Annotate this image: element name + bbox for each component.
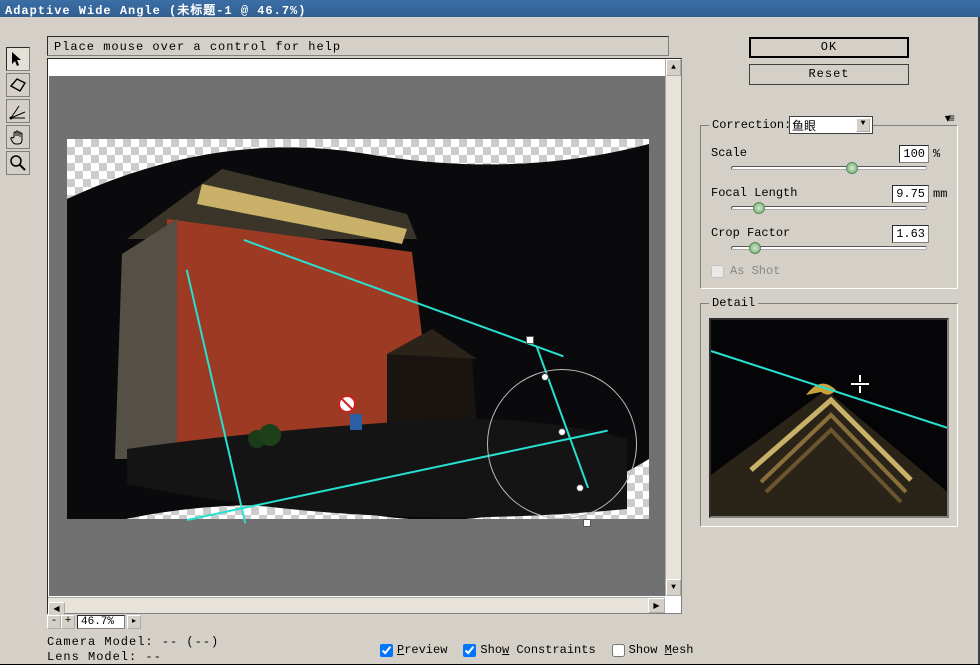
arrow-tool[interactable] [6,47,30,71]
anchor-bot[interactable] [576,484,584,492]
crop-factor-slider[interactable] [731,246,927,250]
constraint-circle[interactable] [487,369,637,519]
model-info: Camera Model: -- (--) Lens Model: -- [47,635,219,665]
preview-checkbox[interactable]: Preview [380,643,447,657]
reset-button[interactable]: Reset [749,64,909,85]
zoom-bar: - + 46.7% ▸ [47,615,141,629]
handle-start[interactable] [526,336,534,344]
scale-unit: % [933,147,947,161]
scroll-up-icon[interactable]: ▲ [666,59,681,76]
detail-group: Detail [700,303,958,527]
hint-bar: Place mouse over a control for help [47,36,669,56]
hint-text: Place mouse over a control for help [54,40,341,54]
correction-select[interactable]: 鱼眼 ▼ [789,116,873,134]
lens-model-label: Lens Model: -- [47,650,219,664]
focal-length-label: Focal Length [711,186,797,200]
polygon-constraint-tool[interactable] [6,73,30,97]
scale-slider[interactable] [731,166,927,170]
zoom-in-button[interactable]: + [61,615,75,629]
crop-factor-field[interactable]: 1.63 [892,225,929,243]
vanishing-point-tool[interactable] [6,99,30,123]
detail-label: Detail [709,296,758,310]
hand-tool[interactable] [6,125,30,149]
correction-label: Correction: [709,118,794,132]
as-shot-checkbox: As Shot [711,264,947,278]
zoom-field[interactable]: 46.7% [77,615,125,629]
title-bar: Adaptive Wide Angle (未标题-1 @ 46.7%) [0,0,980,17]
scroll-down-icon[interactable]: ▼ [666,579,681,596]
zoom-out-button[interactable]: - [47,615,61,629]
zoom-dropdown[interactable]: ▸ [127,615,141,629]
anchor-mid[interactable] [558,428,566,436]
focal-length-field[interactable]: 9.75 [892,185,929,203]
correction-group: Correction: 鱼眼 ▼ Scale 100% Focal Length… [700,125,958,289]
chevron-down-icon: ▼ [856,118,870,132]
scale-field[interactable]: 100 [899,145,929,163]
anchor-top[interactable] [541,373,549,381]
right-column: OK Reset ▾≡ Correction: 鱼眼 ▼ Scale 100% … [700,37,958,527]
canvas-frame[interactable] [49,76,666,596]
canvas-panel: ▲ ▼ ◀ ▶ [47,58,682,614]
move-cursor-icon [851,375,869,393]
window-title: Adaptive Wide Angle (未标题-1 @ 46.7%) [5,4,306,18]
footer-check-row: Preview Show Constraints Show Mesh [380,643,693,657]
correction-selected: 鱼眼 [792,117,816,134]
show-mesh-checkbox[interactable]: Show Mesh [612,643,694,657]
handle-end[interactable] [583,519,591,527]
window-body: Place mouse over a control for help [0,17,980,664]
camera-model-label: Camera Model: -- (--) [47,635,219,649]
vertical-scrollbar[interactable]: ▲ ▼ [665,59,681,596]
horizontal-scrollbar[interactable]: ◀ ▶ [48,597,665,613]
transparency-checker [67,139,649,519]
crop-factor-label: Crop Factor [711,226,790,240]
focal-length-slider[interactable] [731,206,927,210]
focal-unit: mm [933,187,947,201]
detail-preview[interactable] [709,318,949,518]
tool-column [6,47,34,177]
ok-button[interactable]: OK [749,37,909,58]
scroll-right-icon[interactable]: ▶ [648,598,665,613]
scale-label: Scale [711,146,747,160]
panel-menu-icon[interactable]: ▾≡ [945,111,952,126]
show-constraints-checkbox[interactable]: Show Constraints [463,643,595,657]
zoom-tool[interactable] [6,151,30,175]
